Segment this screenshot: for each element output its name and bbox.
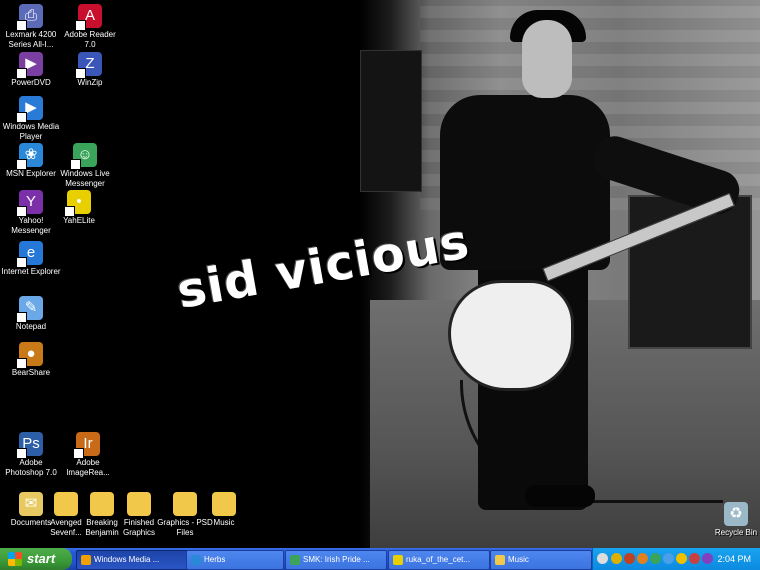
desktop-icon-notepad[interactable]: ✎ Notepad bbox=[0, 296, 62, 332]
powerdvd-icon: ▶ bbox=[16, 52, 43, 79]
desktop-icon-label: YahELite bbox=[63, 216, 95, 225]
windows-logo-icon bbox=[8, 552, 22, 566]
media-player-icon bbox=[81, 555, 91, 565]
desktop-icon-photoshop[interactable]: Ps Adobe Photoshop 7.0 bbox=[0, 432, 62, 478]
shortcut-arrow-icon bbox=[16, 159, 27, 170]
taskbar-button-label: Windows Media ... bbox=[94, 555, 160, 564]
taskbar-button-label: Herbs bbox=[204, 555, 226, 564]
desktop-icon-label: Adobe ImageRea... bbox=[66, 458, 110, 477]
live-messenger-icon bbox=[290, 555, 300, 565]
shortcut-arrow-icon bbox=[70, 159, 81, 170]
wallpaper-guitar-body bbox=[448, 280, 574, 391]
tray-messenger-icon[interactable] bbox=[650, 553, 661, 564]
desktop-icon-imageready[interactable]: Ir Adobe ImageRea... bbox=[57, 432, 119, 478]
adobe-reader-icon: A bbox=[75, 4, 102, 31]
internet-explorer-icon: e bbox=[16, 241, 43, 268]
bearshare-icon: ● bbox=[16, 342, 43, 369]
desktop-icon-label: Adobe Photoshop 7.0 bbox=[5, 458, 57, 477]
desktop-icon-live-messenger[interactable]: ☺ Windows Live Messenger bbox=[54, 143, 116, 189]
taskbar-button-label: SMK: Irish Pride ... bbox=[303, 555, 370, 564]
tray-yahoo-icon[interactable] bbox=[624, 553, 635, 564]
start-button[interactable]: start bbox=[0, 548, 72, 570]
desktop-icon-label: Windows Media Player bbox=[2, 122, 60, 141]
desktop-icon-label: Recycle Bin bbox=[714, 528, 758, 537]
shortcut-arrow-icon bbox=[16, 68, 27, 79]
taskbar: start Windows Media ... Herbs SMK: Irish P… bbox=[0, 548, 760, 570]
desktop-icon-recycle-bin[interactable]: ♻ Recycle Bin bbox=[705, 502, 760, 538]
taskbar-button-label: ruka_of_the_cet... bbox=[406, 555, 471, 564]
desktop-icon-label: MSN Explorer bbox=[6, 169, 56, 178]
notepad-icon: ✎ bbox=[16, 296, 43, 323]
tray-smiley-icon[interactable] bbox=[611, 553, 622, 564]
media-player-icon: ▶ bbox=[16, 96, 43, 123]
system-tray: 2:04 PM bbox=[592, 548, 760, 570]
folder-icon bbox=[212, 492, 236, 516]
yahelite-icon: • bbox=[64, 190, 91, 217]
taskbar-button-label: Music bbox=[508, 555, 529, 564]
shortcut-arrow-icon bbox=[75, 68, 86, 79]
shortcut-arrow-icon bbox=[16, 448, 27, 459]
clock[interactable]: 2:04 PM bbox=[717, 548, 751, 570]
tray-bearshare-icon[interactable] bbox=[637, 553, 648, 564]
desktop-icon-label: Windows Live Messenger bbox=[60, 169, 110, 188]
yahoo-messenger-icon: Y bbox=[16, 190, 43, 217]
tray-security-icon[interactable] bbox=[689, 553, 700, 564]
start-label: start bbox=[27, 551, 56, 566]
desktop-icon-internet-explorer[interactable]: e Internet Explorer bbox=[0, 241, 62, 277]
taskbar-button[interactable]: Herbs bbox=[186, 550, 284, 570]
desktop-icon-label: Lexmark 4200 Series All-I... bbox=[5, 30, 57, 49]
shortcut-arrow-icon bbox=[16, 312, 27, 323]
shortcut-arrow-icon bbox=[16, 20, 27, 31]
shortcut-arrow-icon bbox=[73, 448, 84, 459]
shortcut-arrow-icon bbox=[16, 257, 27, 268]
desktop-icon-media-player[interactable]: ▶ Windows Media Player bbox=[0, 96, 62, 142]
taskbar-button[interactable]: Music bbox=[490, 550, 592, 570]
desktop-icon-label: Music bbox=[213, 518, 235, 527]
taskbar-button[interactable]: ruka_of_the_cet... bbox=[388, 550, 490, 570]
desktop-icon-yahelite[interactable]: • YahELite bbox=[48, 190, 110, 226]
shortcut-arrow-icon bbox=[16, 206, 27, 217]
msn-icon: ❀ bbox=[16, 143, 43, 170]
photoshop-icon: Ps bbox=[16, 432, 43, 459]
folder-icon bbox=[127, 492, 151, 516]
tray-network-icon[interactable] bbox=[663, 553, 674, 564]
recycle-bin-icon: ♻ bbox=[724, 502, 748, 526]
imageready-icon: Ir bbox=[73, 432, 100, 459]
desktop-icon-label: Notepad bbox=[15, 322, 47, 331]
desktop-icon-adobe-reader[interactable]: A Adobe Reader 7.0 bbox=[59, 4, 121, 50]
shortcut-arrow-icon bbox=[64, 206, 75, 217]
desktop-icon-label: WinZip bbox=[77, 78, 103, 87]
desktop-icon-powerdvd[interactable]: ▶ PowerDVD bbox=[0, 52, 62, 88]
desktop-icon-folder[interactable]: Music bbox=[193, 492, 255, 528]
wallpaper-figure-boot bbox=[525, 485, 595, 507]
shortcut-arrow-icon bbox=[16, 112, 27, 123]
desktop-icon-printer[interactable]: ⎙ Lexmark 4200 Series All-I... bbox=[0, 4, 62, 50]
taskbar-button[interactable]: Windows Media ... bbox=[76, 550, 190, 570]
shortcut-arrow-icon bbox=[16, 358, 27, 369]
live-messenger-icon: ☺ bbox=[70, 143, 97, 170]
desktop-icon-label: BearShare bbox=[11, 368, 51, 377]
desktop-icon-label: Adobe Reader 7.0 bbox=[64, 30, 116, 49]
desktop-icon-label: Internet Explorer bbox=[1, 267, 61, 276]
tray-volume-icon[interactable] bbox=[702, 553, 713, 564]
wallpaper-figure-head bbox=[522, 20, 572, 98]
desktop-icon-bearshare[interactable]: ● BearShare bbox=[0, 342, 62, 378]
folder-icon bbox=[495, 555, 505, 565]
msn-icon bbox=[191, 555, 201, 565]
yahelite-icon bbox=[393, 555, 403, 565]
winzip-icon: Z bbox=[75, 52, 102, 79]
tray-arrow-icon[interactable] bbox=[597, 553, 608, 564]
wallpaper-amp bbox=[360, 50, 422, 192]
shortcut-arrow-icon bbox=[75, 20, 86, 31]
desktop-icon-label: PowerDVD bbox=[11, 78, 51, 87]
taskbar-button[interactable]: SMK: Irish Pride ... bbox=[285, 550, 387, 570]
desktop[interactable]: sid vicious ⎙ Lexmark 4200 Series All-I..… bbox=[0, 0, 760, 548]
desktop-icon-msn[interactable]: ❀ MSN Explorer bbox=[0, 143, 62, 179]
desktop-icon-winzip[interactable]: Z WinZip bbox=[59, 52, 121, 88]
tray-msn-icon[interactable] bbox=[676, 553, 687, 564]
printer-icon: ⎙ bbox=[16, 4, 43, 31]
